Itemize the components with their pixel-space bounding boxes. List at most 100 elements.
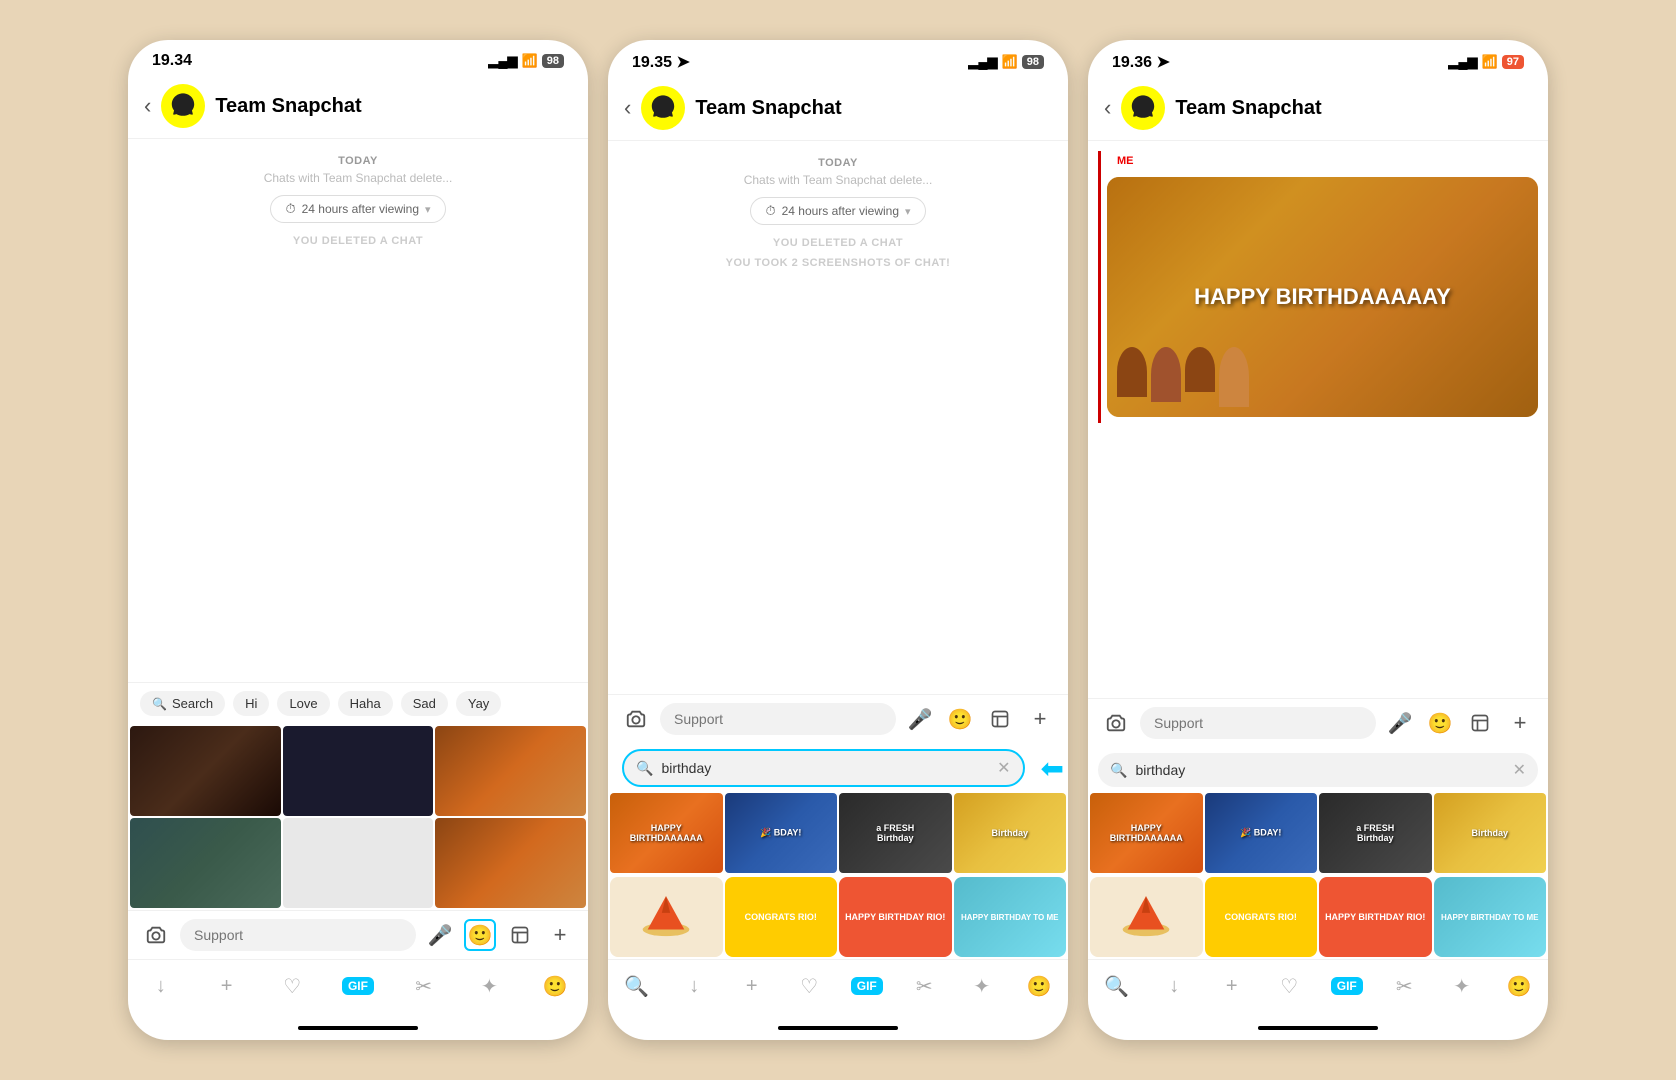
gif-cell-3[interactable] (435, 726, 586, 816)
wifi-icon-3: 📶 (1482, 54, 1498, 70)
chat-name-2: Team Snapchat (695, 97, 841, 120)
gif-grid-1 (128, 724, 588, 910)
gif-cell-1[interactable] (130, 726, 281, 816)
action-emoji-3[interactable]: 🙂 (1501, 968, 1537, 1004)
tag-hi[interactable]: Hi (233, 691, 269, 716)
mic-icon-2[interactable]: 🎤 (904, 703, 936, 735)
back-button-2[interactable]: ‹ (624, 95, 631, 121)
gif-badge-2: GIF (851, 977, 883, 995)
sticker-3-2[interactable]: CONGRATS RIO! (1205, 877, 1318, 957)
action-down-3[interactable]: ↓ (1156, 968, 1192, 1004)
mic-icon-1[interactable]: 🎤 (424, 919, 456, 951)
clear-btn-2[interactable]: ✕ (997, 758, 1010, 778)
gif-result-3-3[interactable]: a FRESHBirthday (1319, 793, 1432, 873)
sticker-2[interactable]: CONGRATS RIO! (725, 877, 838, 957)
action-search-2[interactable]: 🔍 (619, 968, 655, 1004)
emoji-icon-1[interactable]: 🙂 (464, 919, 496, 951)
emoji-icon-2[interactable]: 🙂 (944, 703, 976, 735)
action-bar-3: 🔍 ↓ + ♡ GIF ✂ ✦ 🙂 (1088, 959, 1548, 1020)
gif-result-4[interactable]: Birthday (954, 793, 1067, 873)
sticker-1[interactable] (610, 877, 723, 957)
action-heart-3[interactable]: ♡ (1271, 968, 1307, 1004)
plus-icon-3[interactable]: + (1504, 707, 1536, 739)
search-chip-1[interactable]: 🔍 Search (140, 691, 225, 716)
action-scissors-1[interactable]: ✂ (406, 968, 442, 1004)
action-heart-2[interactable]: ♡ (791, 968, 827, 1004)
action-star-3[interactable]: ✦ (1444, 968, 1480, 1004)
home-indicator-1 (298, 1026, 418, 1030)
emoji-icon-3[interactable]: 🙂 (1424, 707, 1456, 739)
sticker-3[interactable]: HAPPY BIRTHDAY RIO! (839, 877, 952, 957)
gif-result-2[interactable]: 🎉 BDAY! (725, 793, 838, 873)
tag-sad[interactable]: Sad (401, 691, 448, 716)
action-emoji-2[interactable]: 🙂 (1021, 968, 1057, 1004)
action-heart-1[interactable]: ♡ (274, 968, 310, 1004)
battery-2: 98 (1022, 55, 1044, 69)
gif-cell-4[interactable] (130, 818, 281, 908)
phone-1: 19.34 ▂▄▆ 📶 98 ‹ Team Snapchat TODAY Cha… (128, 40, 588, 1040)
sticker-4[interactable]: HAPPY BIRTHDAY TO ME (954, 877, 1067, 957)
gif-cell-6[interactable] (435, 818, 586, 908)
date-label-1: TODAY (128, 155, 588, 167)
gif-result-3-4[interactable]: Birthday (1434, 793, 1547, 873)
action-star-2[interactable]: ✦ (964, 968, 1000, 1004)
sticker-3-4[interactable]: HAPPY BIRTHDAY TO ME (1434, 877, 1547, 957)
avatar-3 (1121, 86, 1165, 130)
sticker-icon-2[interactable] (984, 703, 1016, 735)
chat-area-3: ME HAPPY BIRTHDAAAAAY (1088, 141, 1548, 698)
birthday-input-3[interactable] (1135, 762, 1504, 778)
action-down-2[interactable]: ↓ (676, 968, 712, 1004)
gif-cell-2[interactable] (283, 726, 434, 816)
sticker-row-2: CONGRATS RIO! HAPPY BIRTHDAY RIO! HAPPY … (608, 875, 1068, 959)
birthday-search-3[interactable]: 🔍 ✕ (1098, 753, 1538, 787)
camera-icon-1[interactable] (140, 919, 172, 951)
action-emoji-1[interactable]: 🙂 (537, 968, 573, 1004)
mic-icon-3[interactable]: 🎤 (1384, 707, 1416, 739)
action-star-1[interactable]: ✦ (471, 968, 507, 1004)
tag-love[interactable]: Love (277, 691, 329, 716)
action-search-3[interactable]: 🔍 (1099, 968, 1135, 1004)
gif-result-3-2[interactable]: 🎉 BDAY! (1205, 793, 1318, 873)
gif-result-1[interactable]: HAPPYBIRTHDAAAAAA (610, 793, 723, 873)
search-row-2: 🔍 ✕ ⬅ (608, 743, 1068, 793)
birthday-search-2[interactable]: 🔍 ✕ (622, 749, 1025, 787)
camera-icon-2[interactable] (620, 703, 652, 735)
gif-result-3[interactable]: a FRESHBirthday (839, 793, 952, 873)
gif-panel-1: 🔍 Search Hi Love Haha Sad Yay (128, 682, 588, 910)
status-bar-3: 19.36 ➤ ▂▄▆ 📶 97 (1088, 40, 1548, 78)
support-input-1[interactable] (180, 919, 416, 951)
timer-pill-1[interactable]: ⏱ 24 hours after viewing ▾ (270, 195, 445, 223)
action-scissors-3[interactable]: ✂ (1386, 968, 1422, 1004)
action-plus-2[interactable]: + (734, 968, 770, 1004)
back-button-1[interactable]: ‹ (144, 93, 151, 119)
action-scissors-2[interactable]: ✂ (906, 968, 942, 1004)
support-input-3[interactable] (1140, 707, 1376, 739)
action-plus-3[interactable]: + (1214, 968, 1250, 1004)
action-plus-1[interactable]: + (209, 968, 245, 1004)
action-gif-1[interactable]: GIF (340, 968, 376, 1004)
support-input-2[interactable] (660, 703, 896, 735)
clear-btn-3[interactable]: ✕ (1513, 760, 1526, 780)
action-down-1[interactable]: ↓ (143, 968, 179, 1004)
birthday-input-2[interactable] (661, 760, 989, 776)
action-gif-2[interactable]: GIF (849, 968, 885, 1004)
timer-icon-2: ⏱ (765, 203, 775, 219)
timer-pill-2[interactable]: ⏱ 24 hours after viewing ▾ (750, 197, 925, 225)
tag-yay[interactable]: Yay (456, 691, 501, 716)
sent-gif-3: HAPPY BIRTHDAAAAAY (1107, 177, 1538, 417)
plus-icon-1[interactable]: + (544, 919, 576, 951)
timer-text-1: 24 hours after viewing (302, 202, 419, 216)
gif-cell-5[interactable] (283, 818, 434, 908)
action-gif-3[interactable]: GIF (1329, 968, 1365, 1004)
tag-haha[interactable]: Haha (338, 691, 393, 716)
gif-results-2: HAPPYBIRTHDAAAAAA 🎉 BDAY! a FRESHBirthda… (608, 793, 1068, 873)
sticker-icon-1[interactable] (504, 919, 536, 951)
gif-result-3-1[interactable]: HAPPYBIRTHDAAAAAA (1090, 793, 1203, 873)
time-1: 19.34 (152, 52, 192, 70)
sticker-3-3[interactable]: HAPPY BIRTHDAY RIO! (1319, 877, 1432, 957)
camera-icon-3[interactable] (1100, 707, 1132, 739)
sticker-3-1[interactable] (1090, 877, 1203, 957)
back-button-3[interactable]: ‹ (1104, 95, 1111, 121)
plus-icon-2[interactable]: + (1024, 703, 1056, 735)
sticker-icon-3[interactable] (1464, 707, 1496, 739)
